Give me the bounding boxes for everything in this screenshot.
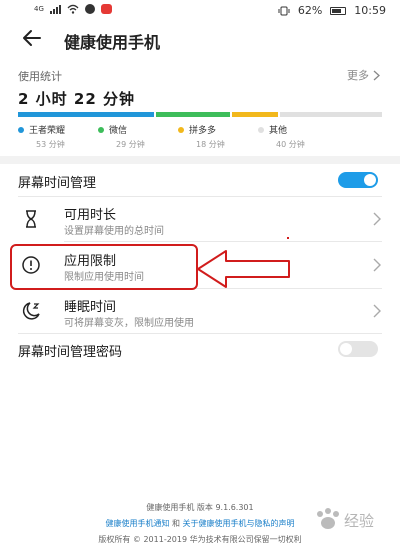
status-right-icons: 62% 10:59 xyxy=(278,4,386,17)
moon-sleep-icon xyxy=(22,302,40,320)
legend-name: 拼多多 xyxy=(178,123,268,136)
hourglass-icon xyxy=(26,210,36,228)
notice-link[interactable]: 健康使用手机通知 xyxy=(105,519,169,528)
back-arrow-icon[interactable] xyxy=(18,24,46,52)
app-notification-icon xyxy=(100,4,112,14)
usage-bar-segment xyxy=(156,112,230,117)
item-title: 可用时长 xyxy=(64,208,117,223)
legend-item: 拼多多 18 分钟 xyxy=(178,123,268,150)
vibrate-icon xyxy=(278,6,290,15)
network-type: 4G xyxy=(34,5,44,13)
screen-time-label: 屏幕时间管理 xyxy=(18,176,97,191)
toggle-knob xyxy=(340,343,352,355)
usage-bar-segment xyxy=(280,112,382,117)
and-text: 和 xyxy=(172,519,180,528)
legend-app-name: 拼多多 xyxy=(189,126,217,136)
status-bar: 4G 62% 10:59 xyxy=(0,0,400,20)
chevron-right-icon xyxy=(373,304,381,318)
more-link[interactable]: 更多 xyxy=(347,67,380,83)
available-duration-row[interactable]: 可用时长 设置屏幕使用的总时间 xyxy=(0,197,400,241)
svg-text:经验: 经验 xyxy=(344,512,374,530)
watermark-logo: 经验 xyxy=(308,504,388,544)
battery-icon xyxy=(330,6,347,15)
legend-item: 微信 29 分钟 xyxy=(98,123,188,150)
watermark-paw-icon: 经验 xyxy=(317,508,374,530)
highlight-annotation xyxy=(10,244,198,290)
annotation-dot xyxy=(287,237,289,239)
usage-legend: 王者荣耀 53 分钟 微信 29 分钟 拼多多 18 分钟 其他 40 分钟 xyxy=(18,123,382,149)
legend-app-time: 40 分钟 xyxy=(276,140,305,149)
legend-app-name: 其他 xyxy=(269,126,288,136)
toggle-knob xyxy=(364,174,376,186)
battery-percent: 62% xyxy=(297,4,323,17)
page-title: 健康使用手机 xyxy=(64,33,161,52)
usage-bar-segment xyxy=(18,112,154,117)
legend-dot xyxy=(178,126,184,133)
legend-item: 其他 40 分钟 xyxy=(258,123,348,150)
privacy-link[interactable]: 关于健康使用手机与隐私的声明 xyxy=(183,519,295,528)
usage-stats-label: 使用统计 xyxy=(18,70,62,83)
notification-icon xyxy=(84,4,95,14)
chevron-right-icon xyxy=(373,212,381,226)
screen-time-row[interactable]: 屏幕时间管理 xyxy=(0,164,400,196)
status-left-icons: 4G xyxy=(34,4,112,14)
legend-item: 王者荣耀 53 分钟 xyxy=(18,123,108,150)
legend-name: 王者荣耀 xyxy=(18,123,108,136)
wifi-icon xyxy=(67,4,79,14)
usage-bar xyxy=(18,112,382,117)
health-app-screen: 4G 62% 10:59 健康使用手机 使用统计 更多 2 小时 22 分钟 王… xyxy=(0,0,400,550)
password-toggle[interactable] xyxy=(338,341,378,357)
item-title: 睡眠时间 xyxy=(64,300,117,315)
usage-bar-segment xyxy=(232,112,278,117)
legend-dot xyxy=(18,126,24,133)
chevron-right-icon xyxy=(373,70,380,80)
legend-name: 其他 xyxy=(258,123,348,136)
annotation-arrow-icon xyxy=(197,250,290,288)
total-usage-time: 2 小时 22 分钟 xyxy=(18,90,135,108)
legend-dot xyxy=(98,126,104,133)
legend-dot xyxy=(258,126,264,133)
section-divider xyxy=(0,156,400,164)
legend-name: 微信 xyxy=(98,123,188,136)
legend-app-name: 微信 xyxy=(109,126,128,136)
legend-app-name: 王者荣耀 xyxy=(29,126,66,136)
app-header: 健康使用手机 xyxy=(0,20,400,56)
screen-time-toggle[interactable] xyxy=(338,172,378,188)
screen-time-password-row[interactable]: 屏幕时间管理密码 xyxy=(0,334,400,364)
chevron-right-icon xyxy=(373,258,381,272)
item-subtitle: 可将屏幕变灰，限制应用使用 xyxy=(64,318,194,329)
sleep-time-row[interactable]: 睡眠时间 可将屏幕变灰，限制应用使用 xyxy=(0,289,400,333)
more-label: 更多 xyxy=(347,69,369,82)
password-label: 屏幕时间管理密码 xyxy=(18,345,123,360)
signal-icon xyxy=(49,4,61,14)
clock: 10:59 xyxy=(354,4,386,17)
item-subtitle: 设置屏幕使用的总时间 xyxy=(64,226,164,237)
